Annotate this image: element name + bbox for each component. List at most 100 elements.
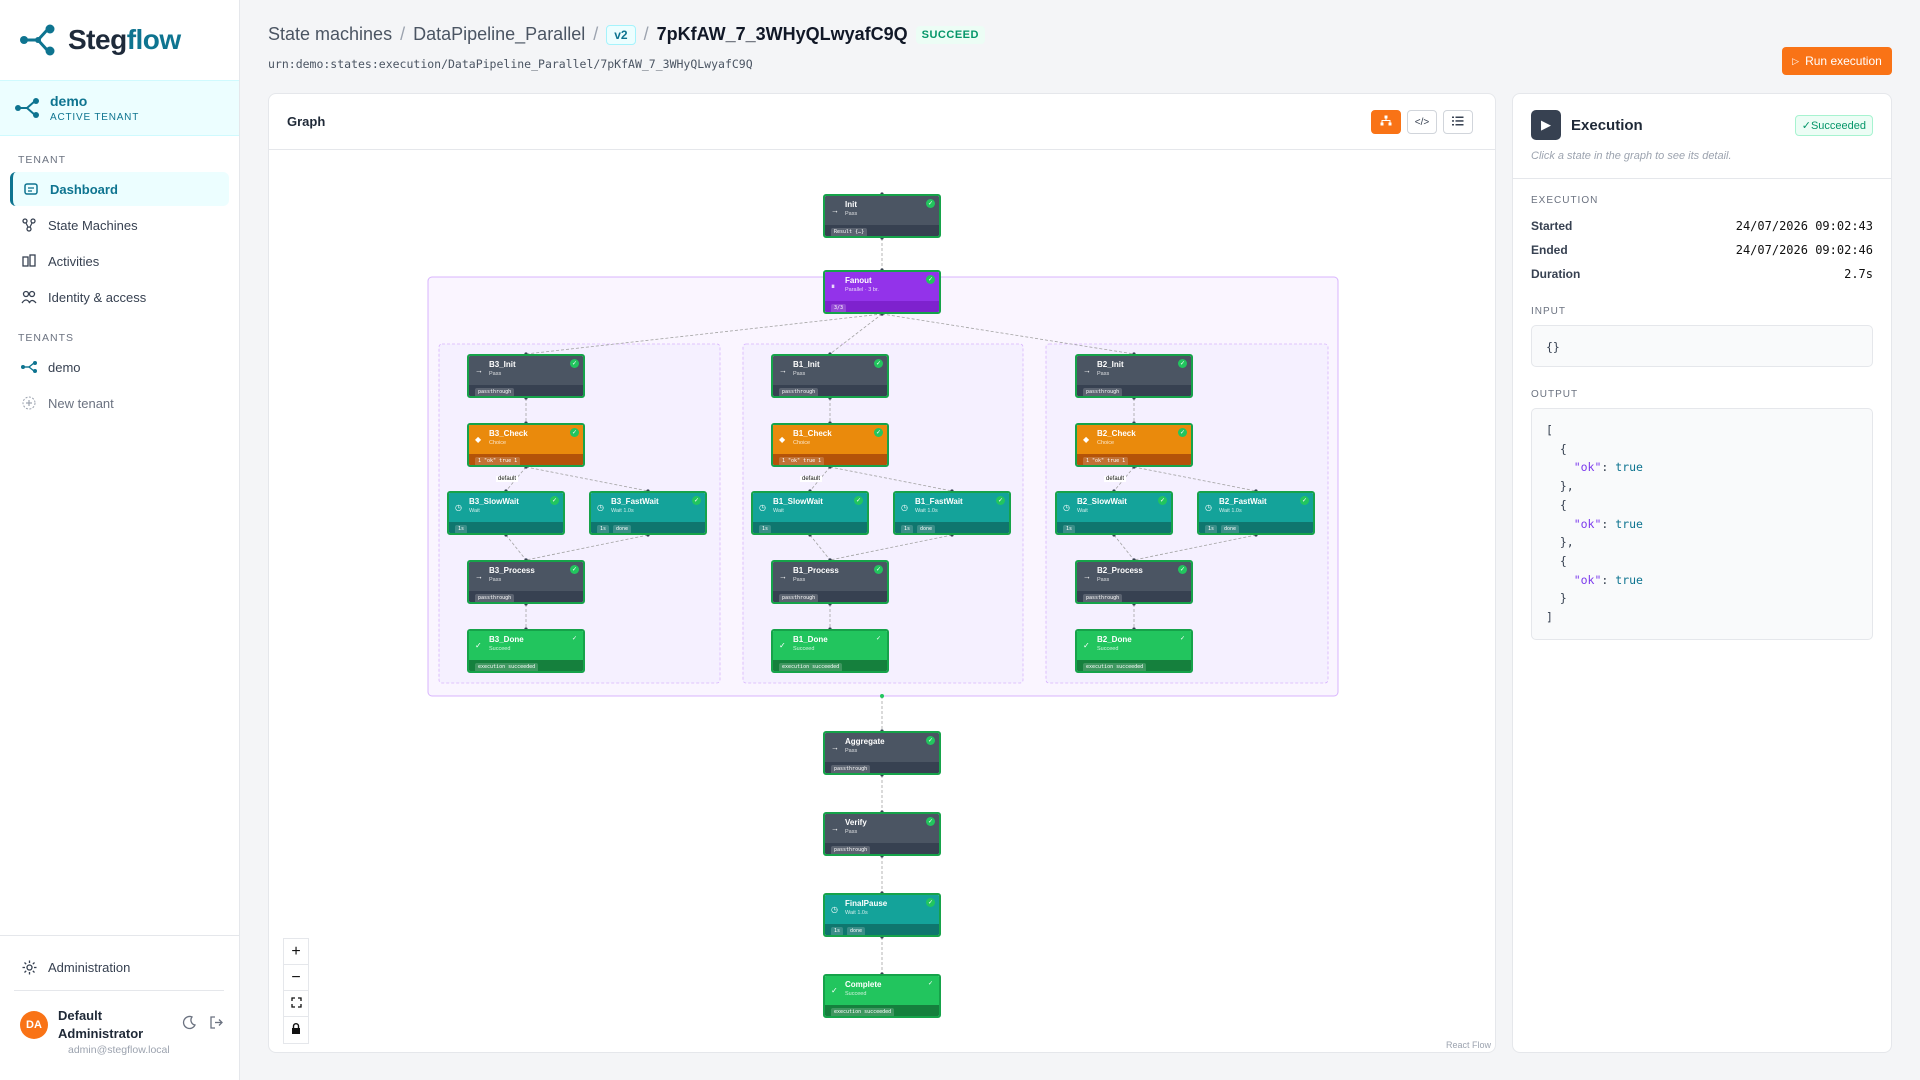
node-name: B1_Process xyxy=(793,566,839,575)
check-icon: ✓ xyxy=(1801,119,1811,132)
minus-icon: − xyxy=(291,968,301,986)
react-flow-attribution[interactable]: React Flow xyxy=(1446,1040,1491,1050)
activities-icon xyxy=(20,254,38,268)
active-tenant-card[interactable]: demo ACTIVE TENANT xyxy=(0,80,239,136)
state-node-b3-fastwait[interactable]: ◷ B3_FastWait Wait 1.0s ✓ 1s done xyxy=(589,491,707,535)
clock-icon: ◷ xyxy=(831,905,838,914)
nav-administration-label: Administration xyxy=(48,959,131,975)
state-node-b1-done[interactable]: ✓ B1_Done Succeed ✓ execution succeeded xyxy=(771,629,889,673)
lock-icon xyxy=(291,1021,301,1039)
state-node-aggregate[interactable]: → Aggregate Pass ✓ passthrough xyxy=(823,731,941,775)
graph-canvas[interactable]: → Init Pass ✓ Result {…} ⏸ Fanout Parallel · … xyxy=(269,151,1495,1052)
execution-urn: urn:demo:states:execution/DataPipeline_P… xyxy=(268,57,753,71)
nav-identity-access[interactable]: Identity & access xyxy=(10,280,229,314)
state-node-b3-slowwait[interactable]: ◷ B3_SlowWait Wait ✓ 1s xyxy=(447,491,565,535)
check-mark-icon: ✓ xyxy=(475,641,482,650)
check-icon: ✓ xyxy=(550,496,559,505)
hierarchy-icon xyxy=(1380,113,1392,131)
nav-activities[interactable]: Activities xyxy=(10,244,229,278)
nav-administration[interactable]: Administration xyxy=(10,950,230,984)
fit-view-button[interactable] xyxy=(284,991,308,1017)
state-node-b2-done[interactable]: ✓ B2_Done Succeed ✓ execution succeeded xyxy=(1075,629,1193,673)
state-node-b2-check[interactable]: ◆ B2_Check Choice ✓ 1 "ok" true 1 xyxy=(1075,423,1193,467)
check-icon: ✓ xyxy=(926,898,935,907)
new-tenant-button[interactable]: New tenant xyxy=(10,386,229,420)
node-name: B3_Done xyxy=(489,635,524,644)
arrow-right-icon: → xyxy=(779,572,787,581)
lock-button[interactable] xyxy=(284,1017,308,1043)
sidebar: Stegflow demo ACTIVE TENANT TENANT Dashb… xyxy=(0,0,240,1080)
brand-name: Stegflow xyxy=(68,24,181,55)
graph-panel: Graph </> → Init Pass ✓ Result {…} ⏸ Fan… xyxy=(268,93,1496,1053)
graph-view-button[interactable] xyxy=(1371,110,1401,134)
state-node-b1-fastwait[interactable]: ◷ B1_FastWait Wait 1.0s ✓ 1s done xyxy=(893,491,1011,535)
state-node-b1-process[interactable]: → B1_Process Pass ✓ passthrough xyxy=(771,560,889,604)
avatar[interactable]: DA xyxy=(20,1010,48,1039)
user-email: admin@stegflow.local xyxy=(68,1044,170,1057)
state-node-b3-done[interactable]: ✓ B3_Done Succeed ✓ execution succeeded xyxy=(467,629,585,673)
state-node-init[interactable]: → Init Pass ✓ Result {…} xyxy=(823,194,941,238)
node-type: Pass xyxy=(793,371,806,377)
node-name: B1_Check xyxy=(793,429,832,438)
tenant-item-demo[interactable]: demo xyxy=(10,350,229,384)
state-node-finalpause[interactable]: ◷ FinalPause Wait 1.0s ✓ 1s done xyxy=(823,893,941,937)
version-badge[interactable]: v2 xyxy=(606,24,636,45)
state-node-b2-process[interactable]: → B2_Process Pass ✓ passthrough xyxy=(1075,560,1193,604)
state-node-b2-slowwait[interactable]: ◷ B2_SlowWait Wait ✓ 1s xyxy=(1055,491,1173,535)
node-type: Parallel · 3 br. xyxy=(845,287,879,293)
execution-detail-panel: ▶ Execution ✓Succeeded Click a state in … xyxy=(1512,93,1892,1053)
node-chip: 1 "ok" true 1 xyxy=(1083,457,1129,465)
execution-status-label: Succeeded xyxy=(1810,119,1866,132)
node-chip: passthrough xyxy=(779,594,819,602)
state-node-b2-fastwait[interactable]: ◷ B2_FastWait Wait 1.0s ✓ 1s done xyxy=(1197,491,1315,535)
zoom-in-button[interactable]: + xyxy=(284,939,308,965)
check-icon: ✓ xyxy=(874,565,883,574)
zoom-out-button[interactable]: − xyxy=(284,965,308,991)
output-json[interactable]: [ { "ok": true }, { "ok": true }, { "ok"… xyxy=(1531,408,1873,640)
nav-dashboard[interactable]: Dashboard xyxy=(10,172,229,206)
page-title: 7pKfAW_7_3WHyQLwyafC9Q xyxy=(656,24,908,44)
node-type: Wait 1.0s xyxy=(611,508,634,514)
input-json[interactable]: {} xyxy=(1531,325,1873,367)
logout-icon[interactable] xyxy=(209,1015,224,1035)
check-icon: ✓ xyxy=(926,817,935,826)
state-node-fanout[interactable]: ⏸ Fanout Parallel · 3 br. ✓ 3/3 xyxy=(823,270,941,314)
state-node-complete[interactable]: ✓ Complete Succeed ✓ execution succeeded xyxy=(823,974,941,1018)
state-node-b1-init[interactable]: → B1_Init Pass ✓ passthrough xyxy=(771,354,889,398)
state-node-verify[interactable]: → Verify Pass ✓ passthrough xyxy=(823,812,941,856)
users-icon xyxy=(20,290,38,304)
duration-row: Duration 2.7s xyxy=(1513,262,1891,286)
theme-toggle-icon[interactable] xyxy=(182,1015,197,1035)
breadcrumb-state-machines[interactable]: State machines xyxy=(268,24,392,45)
check-icon: ✓ xyxy=(570,359,579,368)
node-name: FinalPause xyxy=(845,899,888,908)
node-chip: 1s xyxy=(901,525,914,533)
node-type: Pass xyxy=(489,371,502,377)
brand-logo[interactable]: Stegflow xyxy=(0,0,239,80)
json-value: true xyxy=(1615,460,1643,475)
graph-panel-header: Graph xyxy=(269,94,1495,150)
state-node-b3-check[interactable]: ◆ B3_Check Choice ✓ 1 "ok" true 1 xyxy=(467,423,585,467)
state-node-b1-check[interactable]: ◆ B1_Check Choice ✓ 1 "ok" true 1 xyxy=(771,423,889,467)
json-key: "ok" xyxy=(1573,516,1602,531)
node-type: Succeed xyxy=(489,646,511,652)
code-view-button[interactable]: </> xyxy=(1407,110,1437,134)
check-icon: ✓ xyxy=(1178,428,1187,437)
gear-icon xyxy=(20,960,38,975)
node-chip: execution succeeded xyxy=(1083,663,1147,671)
nav-state-machines[interactable]: State Machines xyxy=(10,208,229,242)
check-icon: ✓ xyxy=(926,979,935,988)
node-chip: 3/3 xyxy=(831,304,847,312)
node-chip: passthrough xyxy=(1083,594,1123,602)
state-node-b1-slowwait[interactable]: ◷ B1_SlowWait Wait ✓ 1s xyxy=(751,491,869,535)
breadcrumb-machine[interactable]: DataPipeline_Parallel xyxy=(413,24,585,45)
edge-handle xyxy=(880,694,884,698)
user-profile: DA Default Administrator admin@stegflow.… xyxy=(14,990,224,1056)
state-node-b2-init[interactable]: → B2_Init Pass ✓ passthrough xyxy=(1075,354,1193,398)
state-node-b3-process[interactable]: → B3_Process Pass ✓ passthrough xyxy=(467,560,585,604)
run-execution-button[interactable]: ▷ Run execution xyxy=(1782,47,1892,75)
state-node-b3-init[interactable]: → B3_Init Pass ✓ passthrough xyxy=(467,354,585,398)
section-execution: EXECUTION xyxy=(1531,195,1599,206)
run-execution-label: Run execution xyxy=(1805,54,1882,68)
list-view-button[interactable] xyxy=(1443,110,1473,134)
